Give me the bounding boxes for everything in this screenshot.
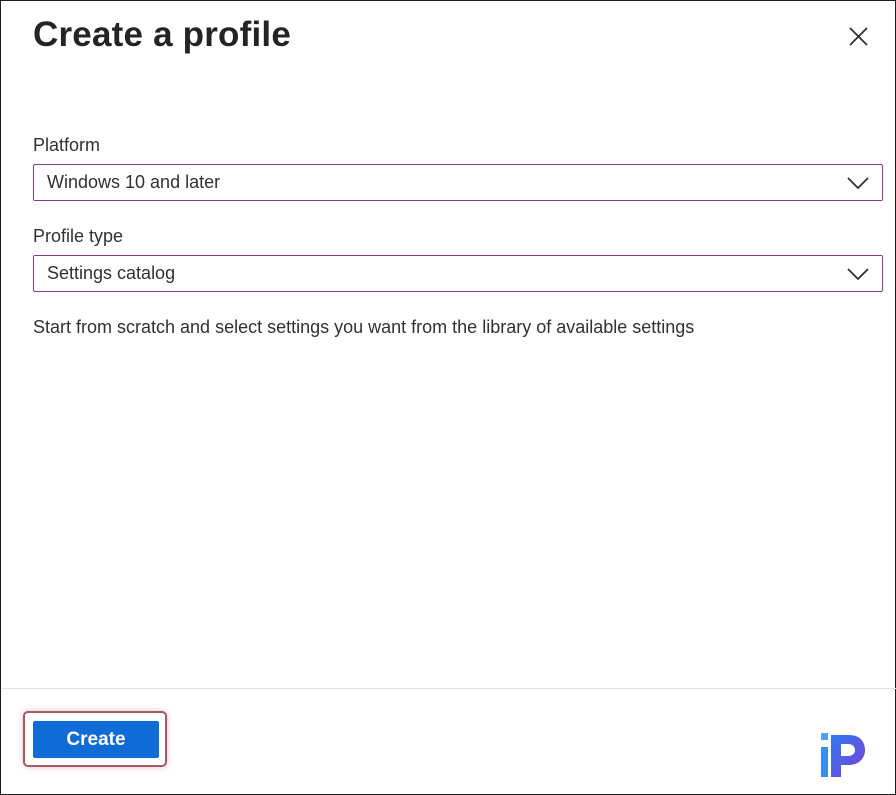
close-icon bbox=[842, 21, 874, 53]
profile-type-description: Start from scratch and select settings y… bbox=[33, 317, 694, 338]
footer-divider bbox=[2, 688, 896, 689]
brand-logo-icon bbox=[819, 729, 871, 781]
dialog-title: Create a profile bbox=[33, 15, 291, 55]
profile-type-selected-value: Settings catalog bbox=[47, 263, 175, 284]
profile-type-dropdown[interactable]: Settings catalog bbox=[33, 255, 883, 292]
create-profile-dialog: Create a profile Platform Windows 10 and… bbox=[0, 0, 896, 795]
close-button[interactable] bbox=[842, 21, 874, 53]
chevron-down-icon bbox=[846, 175, 870, 191]
chevron-down-icon bbox=[846, 266, 870, 282]
platform-dropdown[interactable]: Windows 10 and later bbox=[33, 164, 883, 201]
create-button[interactable]: Create bbox=[33, 721, 159, 758]
platform-selected-value: Windows 10 and later bbox=[47, 172, 220, 193]
platform-label: Platform bbox=[33, 135, 100, 156]
profile-type-label: Profile type bbox=[33, 226, 123, 247]
